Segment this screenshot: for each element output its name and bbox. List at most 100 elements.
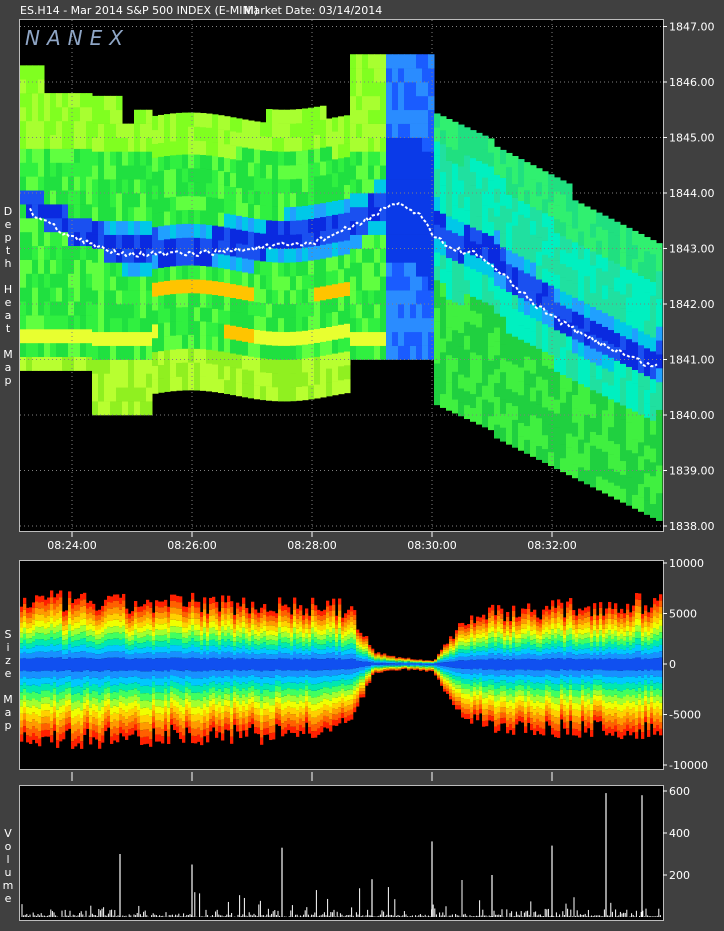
heat-cell <box>584 442 591 457</box>
heat-cell <box>278 109 285 124</box>
heat-cell <box>338 296 345 311</box>
heat-cell <box>44 231 51 247</box>
size-band-ask <box>344 640 348 646</box>
size-band-bid <box>92 710 96 718</box>
size-band-ask <box>371 658 375 660</box>
size-band-bid <box>122 664 126 671</box>
size-band-ask <box>38 627 42 634</box>
size-band-bid <box>29 678 33 686</box>
size-band-ask <box>44 634 48 641</box>
size-band-bid <box>116 713 120 721</box>
size-band-bid <box>173 712 177 719</box>
size-band-bid <box>188 689 192 696</box>
heat-cell <box>26 148 33 163</box>
size-band-bid <box>50 706 54 714</box>
size-band-ask <box>92 647 96 654</box>
size-band-bid <box>98 679 102 688</box>
size-band-bid <box>92 684 96 691</box>
size-band-bid <box>179 725 183 733</box>
heat-cell <box>230 131 237 146</box>
heat-cell <box>392 68 399 83</box>
size-band-bid <box>305 712 309 718</box>
size-band-ask <box>254 639 258 645</box>
heat-cell <box>308 274 315 289</box>
size-band-bid <box>269 691 273 699</box>
size-band-bid <box>317 689 321 697</box>
size-band-bid <box>44 710 48 717</box>
heat-cell <box>614 332 621 347</box>
heat-cell <box>320 299 327 315</box>
size-band-ask <box>44 599 48 606</box>
size-band-ask <box>191 599 195 606</box>
heat-cell <box>212 322 219 337</box>
heat-cell <box>296 358 303 374</box>
heat-cell <box>110 165 117 180</box>
size-band-ask <box>263 658 267 664</box>
size-band-ask <box>362 641 366 645</box>
heat-cell <box>578 314 585 329</box>
heat-cell <box>176 223 183 239</box>
heat-cell <box>392 276 399 291</box>
heat-cell <box>26 328 33 344</box>
heat-cell <box>194 334 201 349</box>
size-band-bid <box>176 682 180 690</box>
size-band-ask <box>53 633 57 640</box>
size-band-ask <box>95 610 99 616</box>
size-band-bid <box>176 695 180 702</box>
heat-cell <box>338 255 345 270</box>
size-band-bid <box>119 695 123 702</box>
size-band-bid <box>83 702 87 710</box>
heat-cell <box>260 177 267 192</box>
heat-cell <box>326 201 333 216</box>
heat-cell <box>374 123 381 138</box>
size-band-ask <box>239 616 243 623</box>
heat-cell <box>512 405 519 420</box>
size-band-ask <box>68 624 72 631</box>
heat-cell <box>554 316 561 331</box>
heat-cell <box>188 334 195 349</box>
size-band-bid <box>176 664 180 671</box>
heat-cell <box>386 331 393 346</box>
size-band-bid <box>323 698 327 705</box>
heat-cell <box>26 204 33 219</box>
size-band-ask <box>206 650 210 655</box>
size-band-bid <box>224 664 228 670</box>
size-band-ask <box>134 646 138 653</box>
size-band-ask <box>215 624 219 631</box>
size-band-bid <box>173 688 177 695</box>
size-band-bid <box>281 729 285 737</box>
heat-cell <box>356 123 363 138</box>
size-band-bid <box>311 670 315 678</box>
heat-cell <box>26 120 33 136</box>
size-band-ask <box>251 618 255 625</box>
size-band-ask <box>50 657 54 664</box>
heat-cell <box>494 396 501 411</box>
size-band-bid <box>218 664 222 671</box>
size-band-bid <box>245 697 249 704</box>
heat-cell <box>428 54 435 69</box>
size-band-ask <box>326 600 330 607</box>
size-band-bid <box>269 684 273 692</box>
size-band-ask <box>206 641 210 646</box>
size-band-bid <box>23 713 27 720</box>
heat-cell <box>380 68 387 83</box>
heat-cell <box>602 368 609 383</box>
size-band-bid <box>173 718 177 725</box>
heat-cell <box>458 138 465 153</box>
heat-cell <box>170 196 177 211</box>
size-band-bid <box>23 707 27 714</box>
size-band-bid <box>320 670 324 677</box>
size-band-bid <box>320 695 324 702</box>
size-band-bid <box>329 682 333 689</box>
heat-cell <box>314 328 321 343</box>
size-band-ask <box>20 606 24 612</box>
heat-cell <box>422 193 429 208</box>
size-band-bid <box>62 698 66 706</box>
size-band-ask <box>314 658 318 664</box>
heat-cell <box>320 327 327 342</box>
heat-cell <box>536 251 543 266</box>
size-band-ask <box>323 644 327 650</box>
size-band-bid <box>341 688 345 694</box>
size-band-bid <box>122 703 126 711</box>
size-band-bid <box>185 681 189 688</box>
